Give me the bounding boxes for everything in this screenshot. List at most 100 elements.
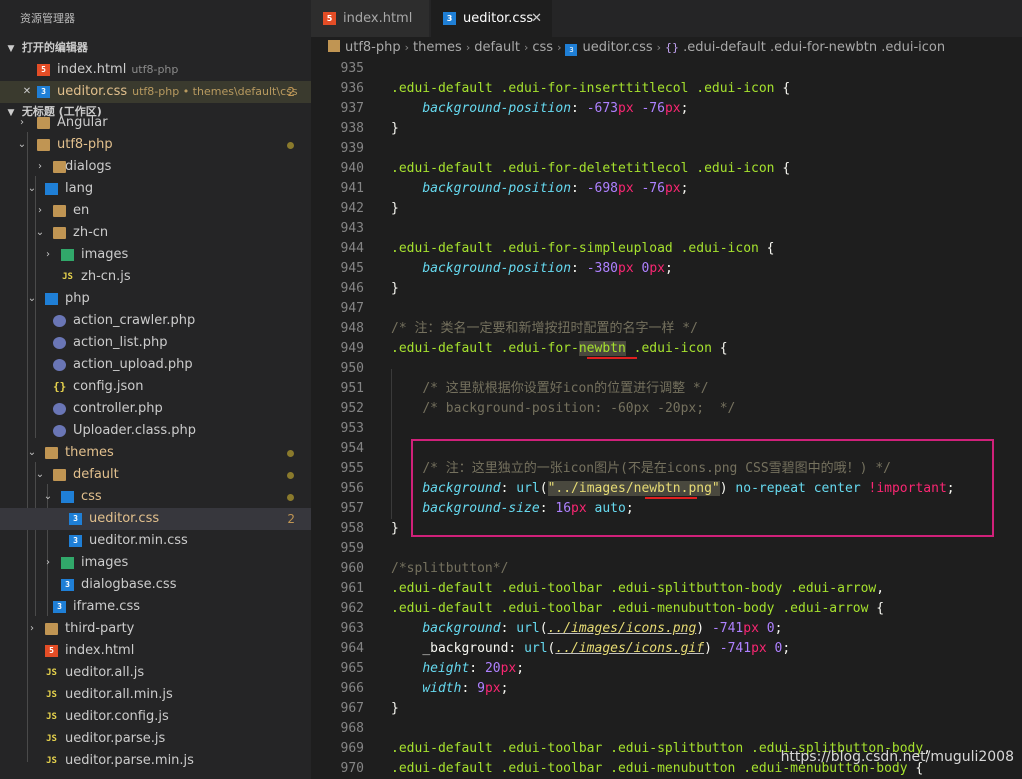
chevron-right-icon: › — [38, 161, 42, 172]
chevron-right-icon: › — [46, 557, 50, 568]
line-number: 956 — [340, 481, 364, 496]
tree-item-dialogbase-css[interactable]: 3 dialogbase.css — [0, 574, 311, 596]
modified-dot — [287, 450, 294, 457]
tree-item-php[interactable]: ⌄ php — [0, 288, 311, 310]
tree-item-iframe-css[interactable]: 3 iframe.css — [0, 596, 311, 618]
close-icon[interactable]: ✕ — [531, 0, 542, 37]
line-number: 936 — [340, 81, 364, 96]
breadcrumb-item[interactable]: .edui-default .edui-for-newbtn .edui-ico… — [683, 40, 945, 55]
tree-item-action-crawler[interactable]: action_crawler.php — [0, 310, 311, 332]
tree-item-themes[interactable]: ⌄ themes — [0, 442, 311, 464]
tree-item-images[interactable]: › images — [0, 244, 311, 266]
tree-item-ueditor-css[interactable]: 3 ueditor.css 2 — [0, 508, 311, 530]
code-line-962: .edui-default .edui-toolbar .edui-menubu… — [391, 601, 885, 616]
line-number: 961 — [340, 581, 364, 596]
code-line-967: } — [391, 701, 399, 716]
tree-item-ueditor-parse-js[interactable]: JS ueditor.parse.js — [0, 728, 311, 750]
line-number: 953 — [340, 421, 364, 436]
problem-count: 2 — [287, 85, 295, 99]
folder-icon — [53, 227, 66, 239]
line-number: 949 — [340, 341, 364, 356]
line-number: 938 — [340, 121, 364, 136]
code-line-965: height: 20px; — [422, 661, 525, 676]
code-line-948: /* 注：类名一定要和新增按扭时配置的名字一样 */ — [391, 321, 698, 336]
tree-item-controller[interactable]: controller.php — [0, 398, 311, 420]
tree-item-uploader[interactable]: Uploader.class.php — [0, 420, 311, 442]
php-folder-icon — [45, 293, 58, 305]
html-file-icon: 5 — [323, 12, 336, 25]
tree-item-en[interactable]: › en — [0, 200, 311, 222]
js-file-icon: JS — [62, 272, 73, 282]
breadcrumb-item[interactable]: ueditor.css — [582, 40, 652, 55]
css-file-icon: 3 — [69, 513, 82, 525]
php-file-icon — [53, 425, 66, 437]
breadcrumb-item[interactable]: utf8-php — [345, 40, 401, 55]
explorer-title: 资源管理器 — [20, 12, 75, 25]
tab-ueditor-css[interactable]: 3 ueditor.css ✕ — [431, 0, 552, 37]
code-line-940: .edui-default .edui-for-deletetitlecol .… — [391, 161, 791, 176]
folder-icon — [53, 205, 66, 217]
line-number: 952 — [340, 401, 364, 416]
code-line-952: /* background-position: -60px -20px; */ — [422, 401, 736, 416]
red-underline — [587, 357, 637, 359]
code-line-936: .edui-default .edui-for-inserttitlecol .… — [391, 81, 791, 96]
code-editor[interactable]: 935 936 937 938 939 940 941 942 943 944 945 946 947 9… — [311, 59, 1022, 779]
tree-item-ueditor-min-css[interactable]: 3 ueditor.min.css — [0, 530, 311, 552]
code-line-946: } — [391, 281, 399, 296]
tree-item-ueditor-all-js[interactable]: JS ueditor.all.js — [0, 662, 311, 684]
chevron-right-icon: › — [38, 205, 42, 216]
breadcrumb: utf8-php › themes › default › css › 3 ueditor.css… — [311, 37, 1022, 59]
tree-item-angular[interactable]: › Angular — [0, 112, 311, 134]
tree-item-ueditor-all-min-js[interactable]: JS ueditor.all.min.js — [0, 684, 311, 706]
code-line-964: _background: url(../images/icons.gif) -7… — [422, 641, 791, 656]
line-number: 955 — [340, 461, 364, 476]
tree-item-dialogs[interactable]: › dialogs — [0, 156, 311, 178]
tree-item-index-html[interactable]: 5 index.html — [0, 640, 311, 662]
tree-item-third-party[interactable]: › third-party — [0, 618, 311, 640]
chevron-down-icon: ⌄ — [35, 469, 45, 480]
code-line-961: .edui-default .edui-toolbar .edui-splitb… — [391, 581, 885, 596]
code-line-949: .edui-default .edui-for-newbtn .edui-ico… — [391, 341, 728, 356]
tree-item-images-2[interactable]: › images — [0, 552, 311, 574]
tree-item-zh-cn[interactable]: ⌄ zh-cn — [0, 222, 311, 244]
line-number: 937 — [340, 101, 364, 116]
tree-item-ueditor-parse-min-js[interactable]: JS ueditor.parse.min.js — [0, 750, 311, 772]
line-number: 941 — [340, 181, 364, 196]
chevron-right-icon: › — [465, 41, 471, 54]
tree-item-action-upload[interactable]: action_upload.php — [0, 354, 311, 376]
css-file-icon: 3 — [37, 86, 50, 98]
open-editor-index-html[interactable]: 5 index.html utf8-php — [0, 59, 311, 81]
folder-icon — [37, 139, 50, 151]
tree-item-lang[interactable]: ⌄ lang — [0, 178, 311, 200]
html-file-icon: 5 — [45, 645, 58, 657]
code-line-937: background-position: -673px -76px; — [422, 101, 689, 116]
watermark: https://blog.csdn.net/muguli2008 — [780, 749, 1014, 765]
code-line-960: /*splitbutton*/ — [391, 561, 509, 576]
open-editors-header[interactable]: ▼ 打开的编辑器 — [0, 37, 311, 59]
breadcrumb-item[interactable]: css — [532, 40, 553, 55]
tab-index-html[interactable]: 5 index.html — [311, 0, 429, 37]
breadcrumb-item[interactable]: default — [474, 40, 520, 55]
code-line-951: /* 这里就根据你设置好icon的位置进行调整 */ — [422, 381, 709, 396]
close-icon[interactable]: ✕ — [21, 81, 33, 103]
tree-item-utf8-php[interactable]: ⌄ utf8-php — [0, 134, 311, 156]
line-number: 965 — [340, 661, 364, 676]
folder-icon — [53, 469, 66, 481]
code-line-945: background-position: -380px 0px; — [422, 261, 673, 276]
breadcrumb-item[interactable]: themes — [413, 40, 462, 55]
modified-dot — [287, 142, 294, 149]
tree-item-default[interactable]: ⌄ default — [0, 464, 311, 486]
line-number: 959 — [340, 541, 364, 556]
explorer-sidebar: 资源管理器 ▼ 打开的编辑器 5 index.html utf8-php ✕ 3 … — [0, 0, 311, 779]
tree-item-ueditor-config-js[interactable]: JS ueditor.config.js — [0, 706, 311, 728]
line-number: 957 — [340, 501, 364, 516]
tree-item-action-list[interactable]: action_list.php — [0, 332, 311, 354]
code-line-958: } — [391, 521, 399, 536]
tree-item-zh-cn-js[interactable]: JS zh-cn.js — [0, 266, 311, 288]
tree-item-css[interactable]: ⌄ css — [0, 486, 311, 508]
line-number: 969 — [340, 741, 364, 756]
open-editor-ueditor-css[interactable]: ✕ 3 ueditor.css utf8-php • themes\default… — [0, 81, 311, 103]
line-number: 954 — [340, 441, 364, 456]
tree-item-config-json[interactable]: {} config.json — [0, 376, 311, 398]
file-tree: › Angular ⌄ utf8-php › dialogs ⌄ lang › en ⌄ z… — [0, 112, 311, 772]
